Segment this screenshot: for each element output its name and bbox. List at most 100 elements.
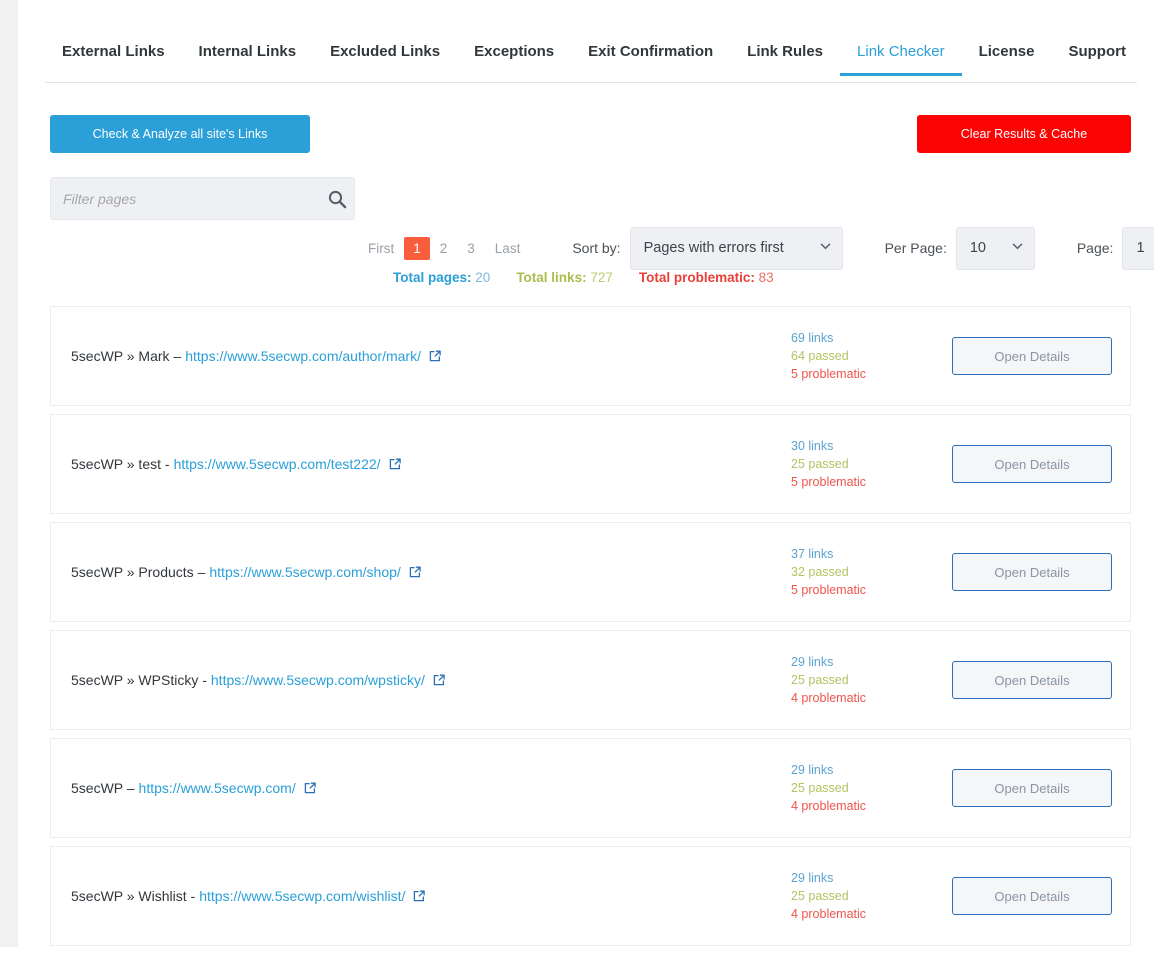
tab-bar: External Links Internal Links Excluded Lin… (45, 41, 1137, 83)
open-details-button[interactable]: Open Details (952, 769, 1112, 807)
filter-pages-input[interactable] (51, 178, 320, 219)
row-stats: 30 links 25 passed 5 problematic (791, 437, 866, 491)
tab-internal-links[interactable]: Internal Links (182, 42, 314, 76)
row-page-url[interactable]: https://www.5secwp.com/test222/ (174, 456, 381, 472)
pagination-page-1[interactable]: 1 (404, 236, 430, 260)
per-page-group: Per Page: 10 (884, 226, 1035, 270)
row-passed-count: 25 passed (791, 781, 849, 795)
row-title: 5secWP » WPSticky - https://www.5secwp.co… (71, 672, 446, 688)
row-problematic-count: 5 problematic (791, 367, 867, 381)
tab-link-rules[interactable]: Link Rules (730, 42, 840, 76)
sort-by-label: Sort by: (572, 240, 621, 256)
external-link-icon[interactable] (408, 565, 422, 579)
tab-external-links[interactable]: External Links (45, 42, 182, 76)
list-controls: First 1 2 3 Last Sort by: Pages with errors … (358, 226, 1154, 270)
page-result-row: 5secWP » Mark – https://www.5secwp.com/au… (50, 306, 1131, 406)
row-stats: 29 links 25 passed 4 problematic (791, 869, 866, 923)
page-results-list: 5secWP » Mark – https://www.5secwp.com/au… (50, 306, 1131, 954)
pagination-first[interactable]: First (358, 237, 404, 260)
per-page-label: Per Page: (884, 240, 947, 256)
row-links-count: 29 links (791, 871, 834, 885)
row-title: 5secWP – https://www.5secwp.com/ (71, 780, 317, 796)
row-links-count: 69 links (791, 331, 834, 345)
row-passed-count: 32 passed (791, 565, 849, 579)
tab-license[interactable]: License (962, 42, 1052, 76)
open-details-button[interactable]: Open Details (952, 661, 1112, 699)
clear-results-cache-button[interactable]: Clear Results & Cache (917, 115, 1131, 153)
tab-link-checker[interactable]: Link Checker (840, 42, 962, 76)
row-passed-count: 25 passed (791, 673, 849, 687)
row-links-count: 37 links (791, 547, 834, 561)
page-select[interactable]: 1 (1122, 226, 1154, 270)
row-page-url[interactable]: https://www.5secwp.com/wishlist/ (199, 888, 405, 904)
pagination-page-2[interactable]: 2 (430, 237, 458, 260)
row-page-name: 5secWP » Mark – (71, 348, 182, 364)
row-page-name: 5secWP » Products – (71, 564, 206, 580)
row-stats: 29 links 25 passed 4 problematic (791, 653, 866, 707)
sort-by-group: Sort by: Pages with errors first (572, 226, 843, 270)
row-problematic-count: 4 problematic (791, 799, 867, 813)
row-title: 5secWP » Mark – https://www.5secwp.com/au… (71, 348, 442, 364)
page-background: External Links Internal Links Excluded Lin… (0, 0, 1154, 947)
page-value: 1 (1136, 240, 1145, 256)
page-result-row: 5secWP » Products – https://www.5secwp.co… (50, 522, 1131, 622)
row-links-count: 29 links (791, 655, 834, 669)
search-icon[interactable] (320, 189, 354, 209)
page-label: Page: (1076, 240, 1114, 256)
row-page-name: 5secWP » WPSticky - (71, 672, 207, 688)
tab-exceptions[interactable]: Exceptions (457, 42, 571, 76)
row-title: 5secWP » Wishlist - https://www.5secwp.co… (71, 888, 426, 904)
row-problematic-count: 4 problematic (791, 691, 867, 705)
row-page-url[interactable]: https://www.5secwp.com/author/mark/ (185, 348, 421, 364)
row-problematic-count: 5 problematic (791, 583, 867, 597)
row-passed-count: 64 passed (791, 349, 849, 363)
row-links-count: 29 links (791, 763, 834, 777)
page-result-row: 5secWP » test - https://www.5secwp.com/te… (50, 414, 1131, 514)
external-link-icon[interactable] (388, 457, 402, 471)
total-problematic-label: Total problematic: (638, 270, 755, 285)
tab-support[interactable]: Support (1051, 42, 1143, 76)
row-title: 5secWP » Products – https://www.5secwp.co… (71, 564, 422, 580)
row-stats: 29 links 25 passed 4 problematic (791, 761, 866, 815)
page-result-row: 5secWP – https://www.5secwp.com/29 links 2… (50, 738, 1131, 838)
per-page-select[interactable]: 10 (955, 226, 1035, 270)
row-stats: 37 links 32 passed 5 problematic (791, 545, 866, 599)
total-links: Total links: 727 (516, 270, 613, 285)
row-title: 5secWP » test - https://www.5secwp.com/te… (71, 456, 402, 472)
row-page-url[interactable]: https://www.5secwp.com/shop/ (209, 564, 400, 580)
row-page-name: 5secWP » Wishlist - (71, 888, 196, 904)
tab-excluded-links[interactable]: Excluded Links (313, 42, 457, 76)
total-pages-value: 20 (475, 270, 491, 285)
chevron-down-icon (819, 240, 832, 257)
pagination-last[interactable]: Last (485, 237, 531, 260)
external-link-icon[interactable] (432, 673, 446, 687)
total-links-value: 727 (590, 270, 613, 285)
open-details-button[interactable]: Open Details (952, 337, 1112, 375)
row-problematic-count: 4 problematic (791, 907, 867, 921)
page-result-row: 5secWP » WPSticky - https://www.5secwp.co… (50, 630, 1131, 730)
check-analyze-button[interactable]: Check & Analyze all site's Links (50, 115, 310, 153)
page-group: Page: 1 (1076, 226, 1154, 270)
content-panel: External Links Internal Links Excluded Lin… (18, 0, 1154, 947)
row-links-count: 30 links (791, 439, 834, 453)
open-details-button[interactable]: Open Details (952, 553, 1112, 591)
sort-by-select[interactable]: Pages with errors first (629, 226, 843, 270)
total-problematic-value: 83 (758, 270, 774, 285)
row-page-url[interactable]: https://www.5secwp.com/ (139, 780, 296, 796)
row-passed-count: 25 passed (791, 889, 849, 903)
chevron-down-icon (1011, 240, 1024, 257)
open-details-button[interactable]: Open Details (952, 445, 1112, 483)
row-page-name: 5secWP » test - (71, 456, 170, 472)
external-link-icon[interactable] (303, 781, 317, 795)
total-problematic: Total problematic: 83 (639, 270, 774, 285)
filter-pages-field[interactable] (50, 177, 355, 220)
row-page-url[interactable]: https://www.5secwp.com/wpsticky/ (211, 672, 425, 688)
open-details-button[interactable]: Open Details (952, 877, 1112, 915)
pagination: First 1 2 3 Last (358, 236, 531, 260)
external-link-icon[interactable] (412, 889, 426, 903)
total-pages-label: Total pages: (393, 270, 472, 285)
pagination-page-3[interactable]: 3 (457, 237, 485, 260)
total-links-label: Total links: (516, 270, 587, 285)
external-link-icon[interactable] (428, 349, 442, 363)
tab-exit-confirmation[interactable]: Exit Confirmation (571, 42, 730, 76)
